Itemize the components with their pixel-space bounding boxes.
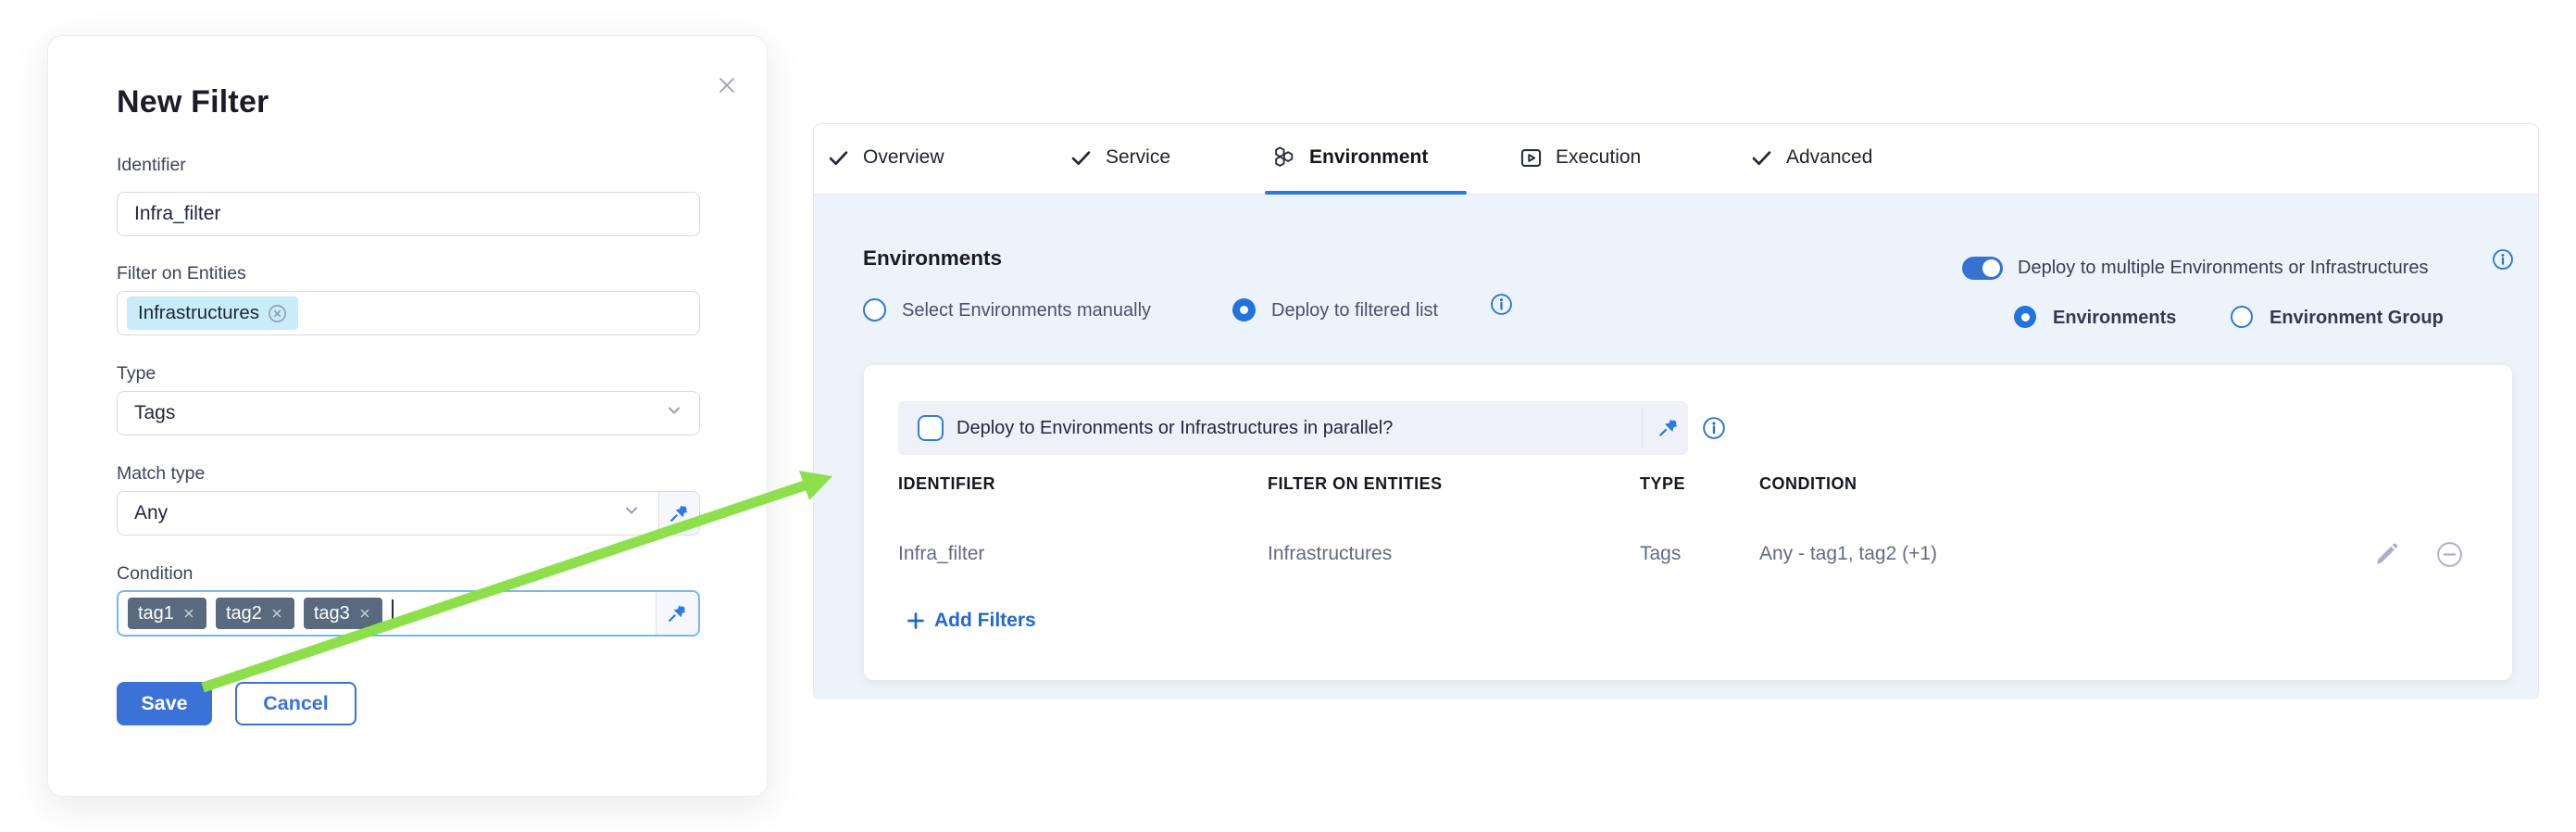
toggle-label: Deploy to multiple Environments or Infra… xyxy=(2018,258,2429,279)
environment-icon xyxy=(1271,145,1297,170)
identifier-input[interactable]: Infra_filter xyxy=(117,192,700,236)
radio-label: Deploy to filtered list xyxy=(1271,300,1438,321)
column-header: TYPE xyxy=(1640,474,1685,494)
cell-condition: Any - tag1, tag2 (+1) xyxy=(1759,543,1937,565)
cell-type: Tags xyxy=(1640,543,1681,565)
condition-tag: tag3 xyxy=(304,598,382,629)
parallel-deploy-row: Deploy to Environments or Infrastructure… xyxy=(898,401,1688,455)
filters-card: Deploy to Environments or Infrastructure… xyxy=(864,365,2512,680)
condition-input[interactable]: tag1 tag2 tag3 xyxy=(117,590,700,637)
radio-select-environments-manually[interactable] xyxy=(863,298,886,321)
modal-title: New Filter xyxy=(117,84,269,120)
remove-filter-icon[interactable] xyxy=(2434,539,2464,569)
toggle-deploy-multiple-environments[interactable] xyxy=(1962,257,2003,280)
divider xyxy=(1642,409,1643,448)
radio-label: Environment Group xyxy=(2270,308,2444,329)
text-cursor xyxy=(392,599,394,627)
stage-tabbar: Overview Service Environment Execution xyxy=(814,124,2538,195)
check-icon xyxy=(1069,145,1094,170)
identifier-label: Identifier xyxy=(117,155,186,176)
chevron-down-icon xyxy=(621,500,642,526)
close-icon[interactable] xyxy=(711,69,743,101)
pin-runtime-input-button[interactable] xyxy=(656,592,698,635)
radio-environments[interactable] xyxy=(2014,306,2036,328)
entities-chip: Infrastructures xyxy=(127,296,298,330)
remove-tag-icon[interactable] xyxy=(181,606,196,621)
remove-chip-icon[interactable] xyxy=(268,304,287,323)
radio-deploy-to-filtered-list[interactable] xyxy=(1232,298,1256,321)
parallel-deploy-label: Deploy to Environments or Infrastructure… xyxy=(957,401,1393,455)
condition-tag: tag2 xyxy=(216,598,294,629)
cell-entities: Infrastructures xyxy=(1268,543,1392,565)
environments-heading: Environments xyxy=(863,246,1002,271)
radio-label: Environments xyxy=(2053,308,2176,329)
info-icon[interactable] xyxy=(1702,416,1726,445)
tab-advanced[interactable]: Advanced xyxy=(1749,124,1872,191)
column-header: IDENTIFIER xyxy=(898,474,995,494)
condition-label: Condition xyxy=(117,563,193,585)
info-icon[interactable] xyxy=(2492,248,2514,275)
cell-identifier: Infra_filter xyxy=(898,543,984,565)
tab-service[interactable]: Service xyxy=(1069,124,1170,191)
parallel-deploy-checkbox[interactable] xyxy=(918,415,944,441)
column-header: FILTER ON ENTITIES xyxy=(1268,474,1443,494)
stage-config-panel: Overview Service Environment Execution xyxy=(813,123,2539,700)
page: New Filter Identifier Infra_filter Filte… xyxy=(0,0,2576,832)
execution-icon xyxy=(1519,145,1544,170)
entities-input[interactable]: Infrastructures xyxy=(117,291,700,335)
add-filters-button[interactable]: Add Filters xyxy=(906,610,1036,632)
identifier-value: Infra_filter xyxy=(134,203,220,225)
entities-label: Filter on Entities xyxy=(117,263,246,284)
check-icon xyxy=(1749,145,1774,170)
match-type-value: Any xyxy=(134,502,168,524)
check-icon xyxy=(826,145,851,170)
radio-environment-group[interactable] xyxy=(2231,306,2253,328)
remove-tag-icon[interactable] xyxy=(269,606,284,621)
remove-tag-icon[interactable] xyxy=(357,606,372,621)
save-button[interactable]: Save xyxy=(117,682,212,725)
tab-overview[interactable]: Overview xyxy=(826,124,944,191)
tab-execution[interactable]: Execution xyxy=(1519,124,1641,191)
chevron-down-icon xyxy=(664,400,684,426)
edit-filter-icon[interactable] xyxy=(2371,539,2401,569)
pin-runtime-input-button[interactable] xyxy=(658,492,699,535)
condition-tag: tag1 xyxy=(128,598,206,629)
radio-label: Select Environments manually xyxy=(902,300,1151,321)
pin-runtime-input-button[interactable] xyxy=(1657,416,1681,444)
plus-icon xyxy=(906,611,926,631)
new-filter-modal: New Filter Identifier Infra_filter Filte… xyxy=(47,35,768,797)
environment-tab-body: Environments Select Environments manuall… xyxy=(814,195,2538,700)
type-label: Type xyxy=(117,363,156,384)
info-icon[interactable] xyxy=(1490,293,1513,321)
match-type-select[interactable]: Any xyxy=(117,491,700,536)
column-header: CONDITION xyxy=(1759,474,1857,494)
tab-environment[interactable]: Environment xyxy=(1271,124,1428,191)
type-select[interactable]: Tags xyxy=(117,391,700,435)
type-value: Tags xyxy=(134,402,175,424)
match-type-label: Match type xyxy=(117,463,205,485)
cancel-button[interactable]: Cancel xyxy=(235,682,356,725)
